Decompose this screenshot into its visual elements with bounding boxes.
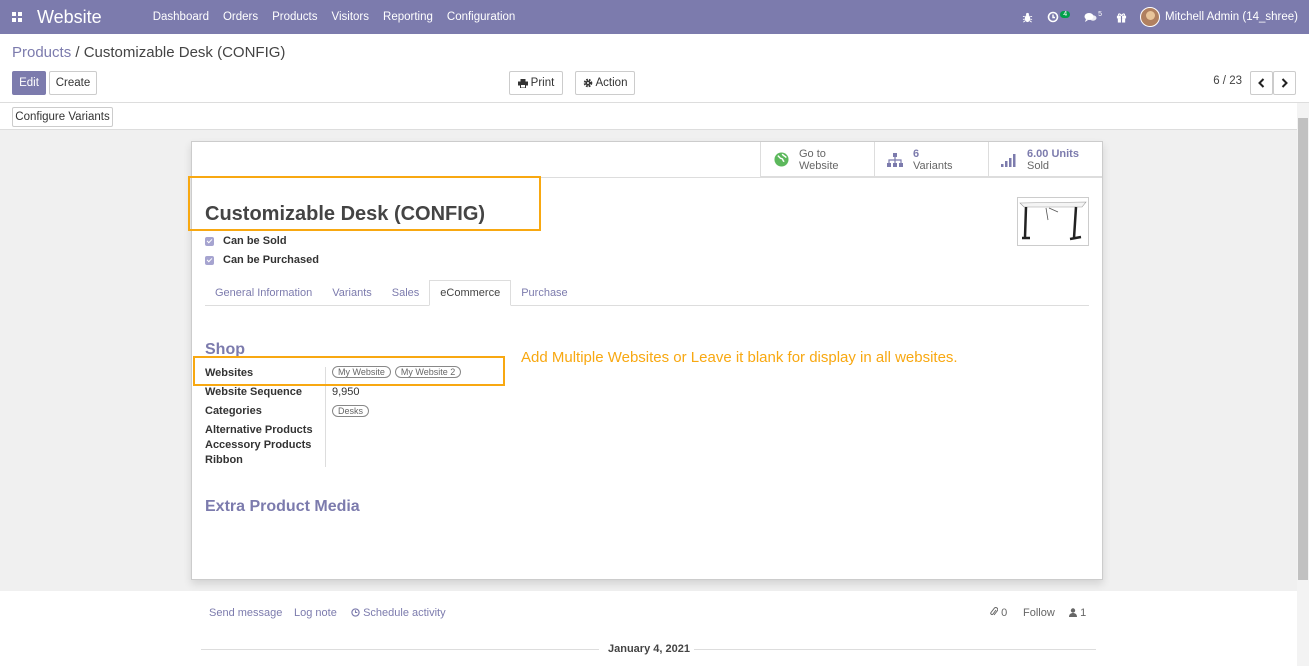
- go-to-website-button[interactable]: Go to Website: [760, 142, 874, 177]
- form-tabs: General Information Variants Sales eComm…: [205, 280, 1089, 306]
- user-icon: [1069, 608, 1077, 617]
- date-separator-right: [694, 649, 1096, 650]
- main-menu: Dashboard Orders Products Visitors Repor…: [146, 11, 523, 23]
- gift-icon[interactable]: [1116, 12, 1127, 23]
- can-be-purchased-checkbox[interactable]: [205, 255, 214, 265]
- ribbon-label: Ribbon: [205, 454, 243, 466]
- menu-dashboard[interactable]: Dashboard: [146, 11, 216, 23]
- variants-smart-button[interactable]: 6 Variants: [874, 142, 988, 177]
- control-panel: Products / Customizable Desk (CONFIG) Ed…: [0, 34, 1309, 103]
- status-bar: Configure Variants: [0, 103, 1309, 130]
- schedule-activity-button[interactable]: Schedule activity: [351, 607, 446, 619]
- user-avatar[interactable]: [1140, 7, 1161, 27]
- websites-highlight-box: [193, 356, 505, 386]
- tab-sales[interactable]: Sales: [382, 280, 430, 306]
- breadcrumb-current: Customizable Desk (CONFIG): [83, 44, 286, 61]
- breadcrumb-products-link[interactable]: Products: [12, 44, 71, 61]
- action-label: Action: [595, 77, 628, 89]
- tab-purchase[interactable]: Purchase: [511, 280, 577, 306]
- pager-value[interactable]: 6 / 23: [1213, 75, 1242, 87]
- tab-general-information[interactable]: General Information: [205, 280, 322, 306]
- apps-menu-icon[interactable]: [0, 0, 34, 34]
- print-icon: [517, 78, 528, 88]
- can-be-purchased-label: Can be Purchased: [223, 254, 319, 266]
- website-sequence-label: Website Sequence: [205, 386, 302, 398]
- user-menu[interactable]: Mitchell Admin (14_shree): [1165, 11, 1298, 23]
- globe-icon: [773, 152, 789, 168]
- attachments-count: 0: [1001, 607, 1008, 619]
- chevron-right-icon: [1281, 78, 1288, 88]
- variants-count: 6: [913, 147, 920, 160]
- followers-button[interactable]: 1: [1069, 607, 1086, 619]
- attachments-button[interactable]: 0: [990, 607, 1007, 619]
- print-label: Print: [530, 77, 555, 89]
- sold-smart-button[interactable]: 6.00 Units Sold: [988, 142, 1102, 177]
- follow-button[interactable]: Follow: [1023, 607, 1055, 619]
- menu-products[interactable]: Products: [265, 11, 324, 23]
- create-button[interactable]: Create: [49, 71, 97, 95]
- paperclip-icon: [990, 607, 999, 616]
- sitemap-icon: [887, 152, 903, 168]
- can-be-sold-row[interactable]: Can be Sold: [205, 235, 287, 247]
- schedule-activity-label: Schedule activity: [363, 607, 446, 619]
- accessory-products-label: Accessory Products: [205, 439, 312, 451]
- print-button[interactable]: Print: [509, 71, 563, 95]
- chatter: Send message Log note Schedule activity …: [0, 591, 1297, 666]
- date-separator: January 4, 2021: [608, 643, 690, 655]
- menu-reporting[interactable]: Reporting: [376, 11, 440, 23]
- gear-icon: [583, 78, 592, 88]
- scrollbar-thumb[interactable]: [1298, 118, 1308, 580]
- category-tag[interactable]: Desks: [332, 405, 370, 417]
- alternative-products-label: Alternative Products: [205, 424, 313, 436]
- messages-icon[interactable]: 5: [1084, 10, 1103, 23]
- pager-previous-button[interactable]: [1250, 71, 1273, 95]
- app-name[interactable]: Website: [37, 7, 102, 28]
- sold-label: Sold: [1027, 159, 1050, 172]
- clock-icon: [351, 608, 360, 617]
- title-highlight-box: [188, 176, 541, 231]
- annotation-note: Add Multiple Websites or Leave it blank …: [521, 349, 958, 366]
- menu-orders[interactable]: Orders: [216, 11, 265, 23]
- log-note-button[interactable]: Log note: [294, 607, 337, 619]
- messages-badge: 5: [1098, 10, 1103, 18]
- followers-count: 1: [1080, 607, 1087, 619]
- sold-quantity: 6.00 Units: [1027, 147, 1079, 160]
- configure-variants-button[interactable]: Configure Variants: [12, 107, 113, 127]
- activity-badge: 4: [1060, 10, 1071, 18]
- signal-bars-icon: [1001, 152, 1017, 168]
- tab-ecommerce[interactable]: eCommerce: [429, 280, 512, 306]
- top-navbar: Website Dashboard Orders Products Visito…: [0, 0, 1309, 34]
- website-line2: Website: [799, 159, 839, 172]
- variants-label: Variants: [913, 159, 953, 172]
- bug-icon[interactable]: [1022, 12, 1033, 23]
- website-sequence-value[interactable]: 9,950: [332, 386, 360, 398]
- chevron-left-icon: [1258, 78, 1265, 88]
- menu-configuration[interactable]: Configuration: [440, 11, 522, 23]
- send-message-button[interactable]: Send message: [209, 607, 282, 619]
- pager-next-button[interactable]: [1273, 71, 1296, 95]
- extra-product-media-title: Extra Product Media: [205, 498, 360, 515]
- menu-visitors[interactable]: Visitors: [325, 11, 377, 23]
- breadcrumb: Products / Customizable Desk (CONFIG): [12, 44, 285, 61]
- date-separator-left: [201, 649, 599, 650]
- categories-label: Categories: [205, 405, 262, 417]
- smart-button-box: Go to Website 6 Variants 6.00 Units Sold: [760, 142, 1102, 177]
- product-image[interactable]: [1017, 197, 1089, 246]
- categories-field[interactable]: Desks: [332, 405, 370, 417]
- can-be-sold-checkbox[interactable]: [205, 236, 214, 246]
- activity-icon[interactable]: 4: [1047, 10, 1071, 23]
- action-button[interactable]: Action: [575, 71, 635, 95]
- tab-variants[interactable]: Variants: [322, 280, 382, 306]
- can-be-purchased-row[interactable]: Can be Purchased: [205, 254, 319, 266]
- edit-button[interactable]: Edit: [12, 71, 46, 95]
- can-be-sold-label: Can be Sold: [223, 235, 287, 247]
- website-line1: Go to: [799, 147, 826, 160]
- breadcrumb-separator: /: [75, 44, 80, 61]
